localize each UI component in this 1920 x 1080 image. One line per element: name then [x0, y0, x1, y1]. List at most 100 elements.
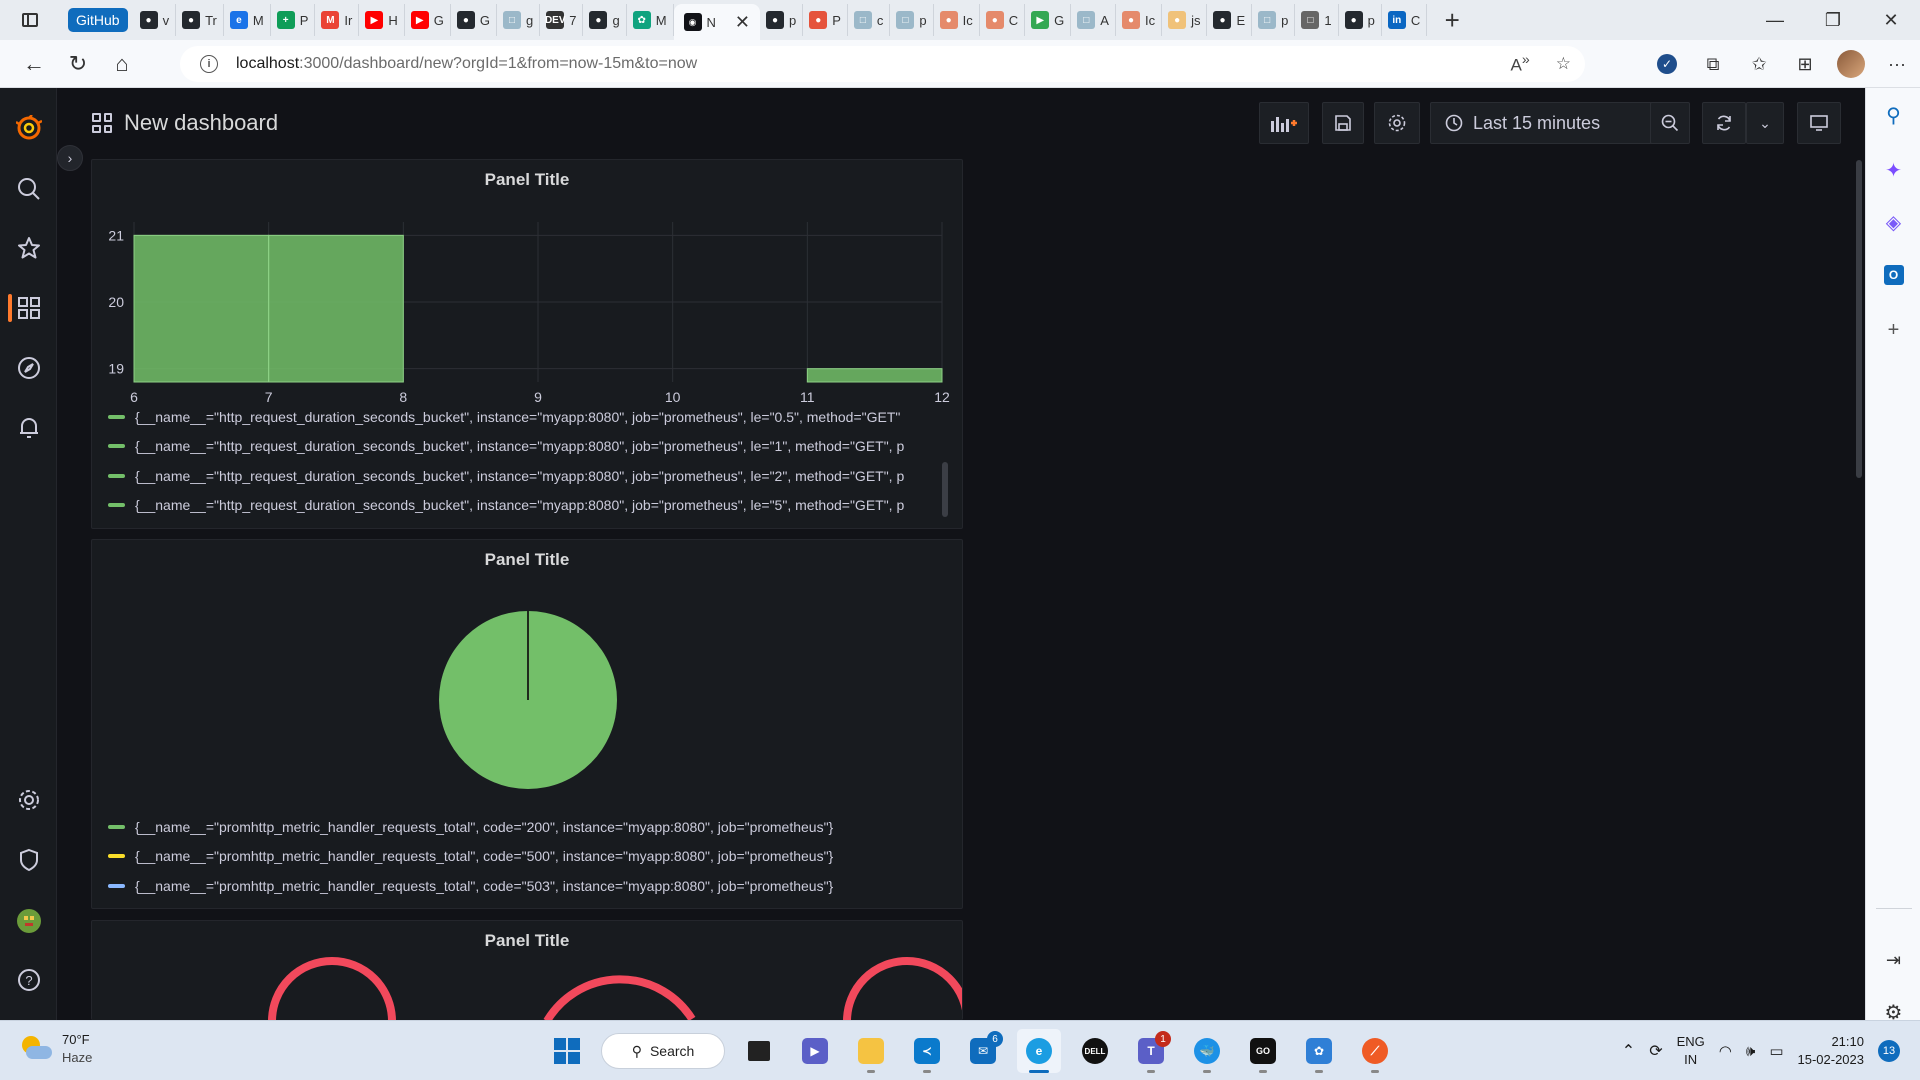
legend-item[interactable]: {__name__="promhttp_metric_handler_reque…	[108, 842, 952, 872]
weather-widget[interactable]: 70°F Haze	[20, 1031, 92, 1067]
starred-icon[interactable]	[0, 226, 57, 270]
clock[interactable]: 21:10 15-02-2023	[1798, 1033, 1865, 1069]
dashboards-icon[interactable]	[0, 286, 57, 330]
time-range-picker[interactable]: Last 15 minutes ⌄	[1430, 102, 1684, 144]
file-explorer-button[interactable]	[849, 1029, 893, 1073]
tab-group-github[interactable]: GitHub	[68, 8, 128, 32]
browser-tab[interactable]: □ A	[1071, 4, 1116, 36]
browser-tab[interactable]: □ p	[1252, 4, 1296, 36]
browser-tab[interactable]: ● p	[1339, 4, 1382, 36]
show-hidden-icons-chevron-icon[interactable]: ⌃	[1622, 1041, 1635, 1061]
start-button[interactable]	[545, 1029, 589, 1073]
collections-icon[interactable]: ⊞	[1782, 44, 1828, 84]
browser-tab[interactable]: eM	[224, 4, 271, 36]
browser-tab[interactable]: ● js	[1162, 4, 1208, 36]
browser-tab[interactable]: ▶ H	[359, 4, 405, 36]
browser-tab[interactable]: DEV 7	[540, 4, 584, 36]
refresh-dashboard-button[interactable]	[1702, 102, 1746, 144]
browser-tab[interactable]: ▶ G	[405, 4, 451, 36]
mail-button[interactable]: ✉ 6	[961, 1029, 1005, 1073]
meet-now-button[interactable]: ▶	[793, 1029, 837, 1073]
grafana-logo-icon[interactable]	[0, 106, 57, 150]
browser-tab[interactable]: ▶ G	[1025, 4, 1072, 36]
add-panel-button[interactable]	[1259, 102, 1309, 144]
third-panel[interactable]: Panel Title	[91, 920, 963, 1020]
browser-tab[interactable]: M Ir	[315, 4, 360, 36]
edge-search-icon[interactable]: ⚲	[1866, 93, 1920, 137]
read-aloud-icon[interactable]: A»	[1511, 52, 1530, 76]
language-indicator[interactable]: ENG IN	[1677, 1033, 1705, 1069]
refresh-interval-dropdown[interactable]: ⌄	[1746, 102, 1784, 144]
favorites-icon[interactable]: ✩	[1736, 44, 1782, 84]
dashboard-settings-button[interactable]	[1374, 102, 1420, 144]
back-button[interactable]: ←	[12, 44, 56, 84]
teams-button[interactable]: T1	[1129, 1029, 1173, 1073]
pie-chart-panel[interactable]: Panel Title {__name__="promhttp_metric_h…	[91, 539, 963, 909]
dashboard-title-text[interactable]: New dashboard	[124, 110, 278, 136]
profile-avatar[interactable]	[1828, 44, 1874, 84]
add-sidebar-app-icon[interactable]: +	[1866, 308, 1920, 352]
docker-button[interactable]: 🐳	[1185, 1029, 1229, 1073]
legend-scrollbar[interactable]	[942, 462, 948, 517]
url-field[interactable]: i localhost:3000/dashboard/new?orgId=1&f…	[180, 46, 1585, 82]
minimize-button[interactable]: —	[1746, 0, 1804, 40]
browser-tab[interactable]: ✿ M	[627, 4, 674, 36]
dell-button[interactable]: DELL	[1073, 1029, 1117, 1073]
notification-count-badge[interactable]: 13	[1878, 1040, 1900, 1062]
browser-tab[interactable]: ● Ic	[1116, 4, 1163, 36]
site-info-icon[interactable]: i	[200, 55, 218, 73]
zoom-out-button[interactable]	[1650, 102, 1690, 144]
bar-chart-panel[interactable]: Panel Title 6 7 8 9 10 11 12 19 20 21 {__name__="…	[91, 159, 963, 529]
tab-actions-button[interactable]	[0, 0, 60, 40]
browser-tab[interactable]: □ 1	[1295, 4, 1339, 36]
extension-check-icon[interactable]: ✓	[1644, 44, 1690, 84]
browser-tab[interactable]: ● P	[803, 4, 848, 36]
sync-icon[interactable]: ⟳	[1649, 1041, 1662, 1061]
browser-tab[interactable]: ● G	[451, 4, 497, 36]
legend-item[interactable]: {__name__="http_request_duration_seconds…	[108, 432, 952, 462]
task-view-button[interactable]	[737, 1029, 781, 1073]
save-dashboard-button[interactable]	[1322, 102, 1364, 144]
add-favorite-icon[interactable]: ☆	[1556, 54, 1571, 74]
browser-tab[interactable]: ● Ic	[934, 4, 980, 36]
legend-item[interactable]: {__name__="http_request_duration_seconds…	[108, 402, 952, 432]
legend-item[interactable]: {__name__="promhttp_metric_handler_reque…	[108, 812, 952, 842]
azure-data-studio-button[interactable]: ✿	[1297, 1029, 1341, 1073]
vscode-button[interactable]: ≺	[905, 1029, 949, 1073]
speaker-icon[interactable]: 🕪	[1746, 1043, 1755, 1060]
search-icon[interactable]	[0, 167, 57, 211]
expand-menu-chevron-icon[interactable]: ›	[57, 145, 83, 171]
legend-item[interactable]: {__name__="promhttp_metric_handler_reque…	[108, 871, 952, 901]
browser-tab[interactable]: ● C	[980, 4, 1026, 36]
postman-button[interactable]: ⟋	[1353, 1029, 1397, 1073]
help-icon[interactable]: ?	[0, 958, 57, 1002]
outlook-icon[interactable]: O	[1866, 253, 1920, 297]
cycle-view-mode-button[interactable]	[1797, 102, 1841, 144]
copilot-sparkle-icon[interactable]: ✦	[1866, 148, 1920, 192]
browser-tab[interactable]: in C	[1382, 4, 1428, 36]
new-tab-button[interactable]: +	[1435, 4, 1469, 36]
close-tab-icon[interactable]: ✕	[735, 12, 750, 33]
server-admin-shield-icon[interactable]	[0, 838, 57, 882]
browser-tab[interactable]: ● p	[760, 4, 804, 36]
page-scrollbar[interactable]	[1856, 160, 1862, 478]
more-menu-icon[interactable]: ···	[1874, 44, 1920, 84]
browser-tab[interactable]: ● v	[134, 4, 177, 36]
wifi-icon[interactable]: ◠	[1719, 1042, 1732, 1060]
user-avatar[interactable]	[0, 899, 57, 943]
goland-button[interactable]: GO	[1241, 1029, 1285, 1073]
browser-tab[interactable]: ● E	[1207, 4, 1253, 36]
browser-tab[interactable]: ● Tr	[176, 4, 224, 36]
close-window-button[interactable]: ✕	[1862, 0, 1920, 40]
restore-button[interactable]: ❐	[1804, 0, 1862, 40]
browser-tab[interactable]: □ c	[848, 4, 891, 36]
hide-sidebar-icon[interactable]: ⇥	[1866, 938, 1920, 982]
browser-tab[interactable]: □ p	[890, 4, 934, 36]
edge-shopping-icon[interactable]: ◈	[1866, 200, 1920, 244]
legend-item[interactable]: {__name__="http_request_duration_seconds…	[108, 491, 952, 521]
extensions-icon[interactable]: ⧉	[1690, 44, 1736, 84]
battery-icon[interactable]: ▭	[1769, 1042, 1783, 1060]
edge-button[interactable]: e	[1017, 1029, 1061, 1073]
alerting-bell-icon[interactable]	[0, 406, 57, 450]
browser-tab-active[interactable]: ◉ N ✕	[673, 4, 761, 40]
